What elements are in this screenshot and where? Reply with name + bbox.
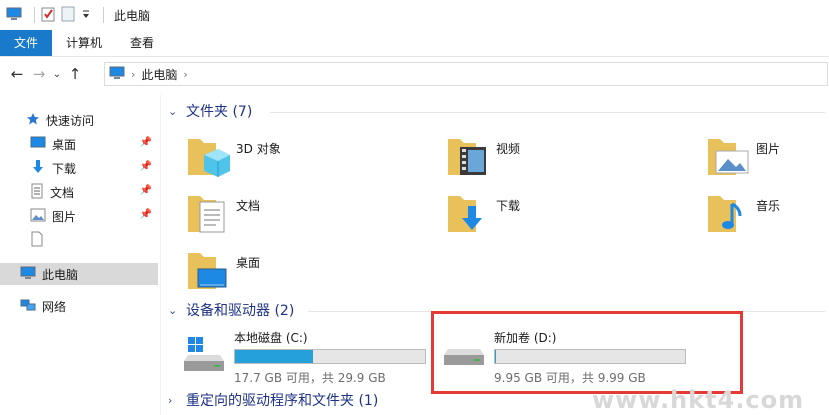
address-bar[interactable]: › 此电脑 ›: [104, 62, 828, 86]
folder-3d-objects[interactable]: 3D 对象: [186, 133, 416, 183]
sidebar-item-network[interactable]: 网络: [0, 295, 158, 317]
sidebar-item-label: 桌面: [52, 137, 77, 152]
highlight-annotation-box: [431, 311, 743, 394]
folder-label: 音乐: [756, 199, 781, 213]
folder-videos[interactable]: 视频: [446, 133, 676, 183]
folder-label: 图片: [756, 142, 781, 156]
sidebar-item-label: 此电脑: [42, 267, 79, 282]
sidebar-item-downloads[interactable]: 下载 📌: [0, 157, 158, 179]
folder-label: 文档: [236, 199, 261, 213]
window-title: 此电脑: [114, 8, 151, 23]
drive-c[interactable]: 本地磁盘 (C:) 17.7 GB 可用，共 29.9 GB: [178, 329, 438, 391]
documents-folder-icon: [186, 190, 232, 238]
devices-group-header[interactable]: ⌄ 设备和驱动器 (2): [168, 300, 294, 320]
group-title: 文件夹 (7): [186, 104, 253, 120]
videos-folder-icon: [446, 133, 492, 181]
drive-space-info: 17.7 GB 可用，共 29.9 GB: [234, 371, 386, 385]
desktop-folder-icon: [186, 247, 232, 295]
navigation-pane: 快速访问 桌面 📌 下载 📌 文档 📌 图片 📌 此电脑 网络: [0, 95, 161, 415]
drive-label: 本地磁盘 (C:): [234, 331, 308, 345]
downloads-folder-icon: [446, 190, 492, 238]
document-icon: [30, 183, 44, 202]
navigation-bar: ← → ⌄ ↑ › 此电脑 ›: [0, 57, 829, 91]
folder-label: 视频: [496, 142, 521, 156]
star-icon: [26, 112, 40, 129]
sidebar-item-label: 快速访问: [46, 113, 95, 128]
computer-icon[interactable]: [6, 7, 22, 24]
group-divider: [270, 112, 825, 113]
group-title: 重定向的驱动程序和文件夹 (1): [186, 393, 379, 409]
desktop-icon: [30, 136, 46, 153]
up-arrow-icon[interactable]: ↑: [64, 65, 86, 83]
title-bar: 此电脑: [0, 0, 829, 30]
chevron-down-icon: ⌄: [168, 104, 178, 118]
watermark: www.hkt4.com: [592, 386, 805, 414]
folder-pictures[interactable]: 图片: [706, 133, 829, 183]
breadcrumb-this-pc[interactable]: 此电脑: [141, 66, 177, 83]
folder-label: 下载: [496, 199, 521, 213]
sidebar-item-pictures[interactable]: 图片 📌: [0, 205, 158, 227]
folder-downloads[interactable]: 下载: [446, 190, 676, 240]
folder-music[interactable]: 音乐: [706, 190, 829, 240]
sidebar-item-documents[interactable]: 文档 📌: [0, 181, 158, 203]
tab-view[interactable]: 查看: [116, 30, 168, 56]
sidebar-item-blank-file[interactable]: [0, 229, 158, 251]
blank-file-icon: [30, 231, 44, 250]
quick-access-toolbar: [6, 6, 97, 25]
sidebar-item-this-pc[interactable]: 此电脑: [0, 263, 158, 285]
back-arrow-icon[interactable]: ←: [6, 65, 28, 83]
pin-icon: 📌: [139, 161, 152, 172]
chevron-right-icon: ›: [168, 393, 173, 407]
sidebar-item-desktop[interactable]: 桌面 📌: [0, 133, 158, 155]
download-arrow-icon: [30, 159, 46, 178]
3d-objects-folder-icon: [186, 133, 232, 181]
sidebar-item-label: 图片: [52, 209, 77, 224]
pin-icon: 📌: [139, 185, 152, 196]
pin-icon: 📌: [139, 209, 152, 220]
sidebar-item-label: 文档: [50, 185, 75, 200]
pin-icon: 📌: [139, 137, 152, 148]
drive-usage-fill: [235, 350, 313, 363]
music-folder-icon: [706, 190, 752, 238]
tab-file[interactable]: 文件: [0, 30, 53, 56]
sidebar-item-label: 下载: [52, 161, 77, 176]
pictures-folder-icon: [706, 133, 752, 181]
folder-documents[interactable]: 文档: [186, 190, 416, 240]
picture-icon: [30, 208, 46, 225]
folder-label: 3D 对象: [236, 142, 281, 156]
customize-dropdown-icon[interactable]: [81, 8, 91, 22]
network-icon: [20, 298, 36, 315]
windows-drive-icon: [182, 337, 226, 380]
computer-icon: [20, 266, 36, 283]
folders-group-header[interactable]: ⌄ 文件夹 (7): [168, 101, 252, 121]
ribbon-tabs: 文件 计算机 查看: [0, 30, 829, 57]
folder-label: 桌面: [236, 256, 261, 270]
forward-arrow-icon[interactable]: →: [28, 65, 50, 83]
new-folder-icon[interactable]: [61, 6, 75, 25]
toolbar-separator: [34, 7, 35, 23]
redirected-group-header[interactable]: › 重定向的驱动程序和文件夹 (1): [168, 390, 378, 410]
content-pane: ⌄ 文件夹 (7) 3D 对象 视频 图片 文档 下载 音乐 桌面 ⌄ 设备和驱…: [160, 95, 829, 415]
sidebar-item-label: 网络: [42, 299, 67, 314]
properties-check-icon[interactable]: [41, 6, 55, 25]
title-separator: [103, 7, 104, 23]
recent-locations-chevron-icon[interactable]: ⌄: [50, 69, 64, 80]
computer-icon: [109, 66, 125, 83]
tab-computer[interactable]: 计算机: [52, 30, 116, 56]
breadcrumb-chevron-icon[interactable]: ›: [131, 68, 135, 81]
folder-desktop[interactable]: 桌面: [186, 247, 416, 297]
breadcrumb-chevron-icon[interactable]: ›: [183, 68, 187, 81]
group-title: 设备和驱动器 (2): [186, 303, 295, 319]
drive-usage-bar: [234, 349, 426, 364]
sidebar-item-quick-access[interactable]: 快速访问: [0, 109, 158, 131]
chevron-down-icon: ⌄: [168, 303, 178, 317]
